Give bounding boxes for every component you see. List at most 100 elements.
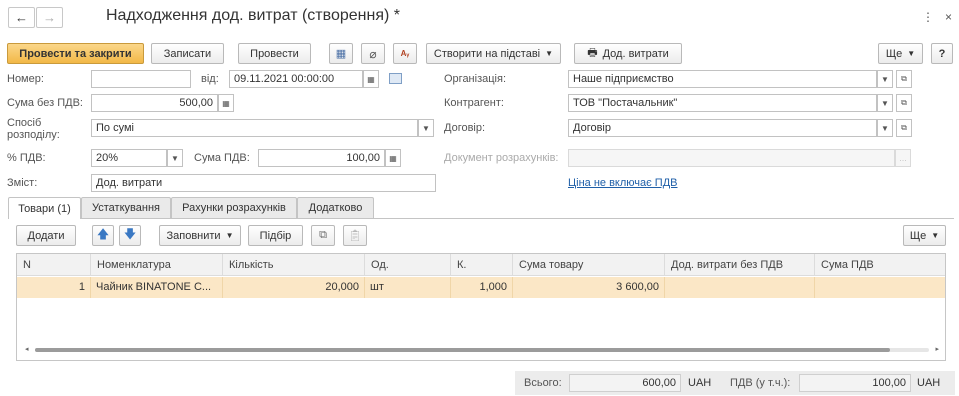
post-and-close-button[interactable]: Провести та закрити [7,43,144,64]
comment-icon[interactable] [389,73,402,84]
scroll-right-icon[interactable]: ▸ [935,345,939,353]
open-icon: ⧉ [901,98,907,107]
more-button[interactable]: Ще ▼ [878,43,923,64]
vat-rate-field[interactable]: 20% [91,149,167,167]
printer-icon: 🖶 [587,47,598,59]
organization-dropdown[interactable]: ▼ [877,70,893,88]
column-header-item[interactable]: Номенклатура [91,254,223,276]
counterparty-open[interactable]: ⧉ [896,94,912,112]
counterparty-dropdown[interactable]: ▼ [877,94,893,112]
paste-button[interactable]: 📋︎ [343,225,367,246]
vat-total-label: ПДВ (у т.ч.): [730,377,791,389]
chevron-down-icon: ▼ [422,123,430,133]
attach-button[interactable]: ⌀ [361,43,385,64]
copy-button[interactable]: ⧉ [311,225,335,246]
scroll-left-icon[interactable]: ◂ [25,345,29,353]
cell-quantity[interactable]: 20,000 [223,277,365,298]
organization-open[interactable]: ⧉ [896,70,912,88]
cell-item[interactable]: Чайник BINATONE C... [91,277,223,298]
total-currency: UAH [688,377,712,389]
back-button[interactable]: ← [8,7,35,28]
close-icon[interactable]: × [945,10,952,24]
total-label: Всього: [524,377,562,389]
chevron-down-icon: ▼ [225,231,234,240]
organization-label: Організація: [444,73,506,85]
tab-goods[interactable]: Товари (1) [8,197,81,219]
arrow-up-icon: 🡅 [96,227,110,241]
vat-amount-field[interactable]: 100,00 [258,149,385,167]
organization-field[interactable]: Наше підприємство [568,70,877,88]
date-field[interactable]: 09.11.2021 00:00:00 [229,70,363,88]
vat-rate-dropdown[interactable]: ▼ [167,149,183,167]
chevron-down-icon: ▼ [931,231,940,240]
extra-costs-button[interactable]: 🖶 Дод. витрати [574,43,682,64]
help-button[interactable]: ? [931,43,953,64]
horizontal-scrollbar[interactable]: ◂ ▸ [25,346,939,354]
contract-open[interactable]: ⧉ [896,119,912,137]
column-header-goods-sum[interactable]: Сума товару [513,254,665,276]
move-up-button[interactable]: 🡅 [92,225,114,246]
scrollbar-thumb[interactable] [35,348,890,352]
table-more-button[interactable]: Ще ▼ [903,225,946,246]
table-row[interactable]: 1 Чайник BINATONE C... 20,000 шт 1,000 3… [17,277,945,298]
distribution-label: Спосіб розподілу: [7,117,60,141]
save-button[interactable]: Записати [151,43,224,64]
tab-settlement-accounts[interactable]: Рахунки розрахунків [171,197,297,218]
column-header-n[interactable]: N [17,254,91,276]
calculator-button[interactable]: ▦ [385,149,401,167]
move-down-button[interactable]: 🡇 [119,225,141,246]
cell-n[interactable]: 1 [17,277,91,298]
contract-field[interactable]: Договір [568,119,877,137]
number-field[interactable] [91,70,191,88]
tab-divider [8,218,954,219]
settlement-doc-field[interactable] [568,149,895,167]
settlement-doc-select[interactable]: … [895,149,911,167]
calendar-icon: ▦ [367,74,375,84]
forward-button[interactable]: → [36,7,63,28]
chevron-down-icon: ▼ [881,98,889,108]
pick-button[interactable]: Підбір [248,225,303,246]
cell-goods-sum[interactable]: 3 600,00 [513,277,665,298]
contract-dropdown[interactable]: ▼ [877,119,893,137]
open-icon: ⧉ [901,123,907,132]
counterparty-field[interactable]: ТОВ "Постачальник" [568,94,877,112]
amount-field[interactable]: 500,00 [91,94,218,112]
tab-equipment[interactable]: Устаткування [81,197,171,218]
calendar-button[interactable]: ▦ [363,70,379,88]
date-label: від: [201,73,219,85]
tab-additional[interactable]: Додатково [297,197,374,218]
column-header-quantity[interactable]: Кількість [223,254,365,276]
column-header-vat-sum[interactable]: Сума ПДВ [815,254,945,276]
report-button[interactable]: ▦ [329,43,353,64]
cell-coef[interactable]: 1,000 [451,277,513,298]
add-button[interactable]: Додати [16,225,76,246]
goods-table[interactable]: N Номенклатура Кількість Од. К. Сума тов… [16,253,946,361]
chevron-down-icon: ▼ [881,123,889,133]
content-field[interactable]: Дод. витрати [91,174,436,192]
distribution-dropdown[interactable]: ▼ [418,119,434,137]
distribution-field[interactable]: По сумі [91,119,418,137]
calculator-button[interactable]: ▦ [218,94,234,112]
calculator-icon: ▦ [389,153,397,163]
table-icon: ▦ [335,48,347,60]
fill-button[interactable]: Заповнити ▼ [159,225,241,246]
column-header-coef[interactable]: К. [451,254,513,276]
column-header-unit[interactable]: Од. [365,254,451,276]
content-label: Зміст: [7,177,38,189]
paste-icon: 📋︎ [348,230,362,242]
column-header-extra-costs[interactable]: Дод. витрати без ПДВ [665,254,815,276]
cell-unit[interactable]: шт [365,277,451,298]
sort-button[interactable]: Aᵧ [393,43,417,64]
vat-amount-label: Сума ПДВ: [194,152,250,164]
contract-label: Договір: [444,122,486,134]
arrow-left-icon: ← [15,10,28,25]
cell-vat-sum[interactable] [815,277,945,298]
chevron-down-icon: ▼ [881,74,889,84]
post-button[interactable]: Провести [238,43,311,64]
vat-total-field: 100,00 [799,374,911,392]
totals-bar: Всього: 600,00 UAH ПДВ (у т.ч.): 100,00 … [515,371,955,395]
price-vat-link[interactable]: Ціна не включає ПДВ [568,177,678,189]
cell-extra-costs[interactable] [665,277,815,298]
create-based-on-button[interactable]: Створити на підставі ▼ [426,43,561,64]
more-menu-icon[interactable]: ⋮ [922,10,934,24]
